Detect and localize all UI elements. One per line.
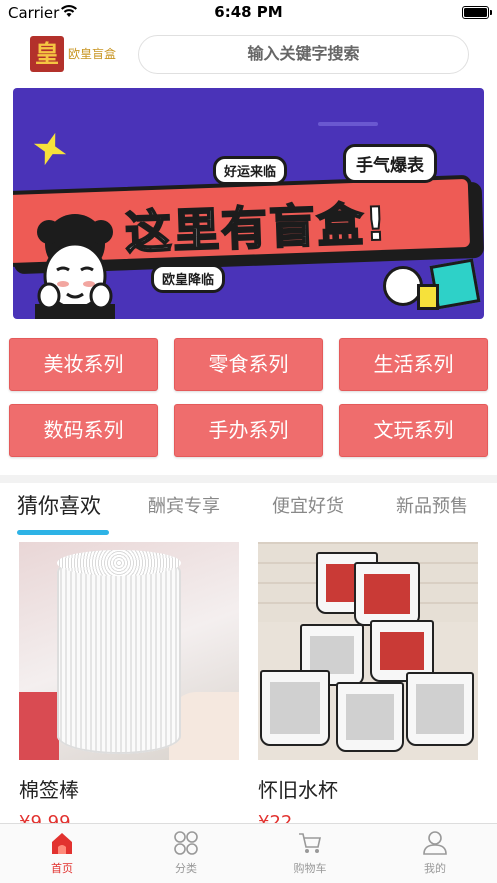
product-image-cotton-swabs[interactable] [19,542,239,760]
banner-tag-luck: 好运来临 [213,156,288,185]
category-figures[interactable]: 手办系列 [174,404,323,457]
active-tab-indicator [17,530,109,535]
sparkle-decoration [318,122,378,126]
star-decoration [29,128,72,171]
user-icon [423,831,447,855]
status-bar: Carrier 6:48 PM [0,0,497,26]
category-life[interactable]: 生活系列 [339,338,488,391]
product-card[interactable]: 怀旧水杯 ¥22 [258,542,478,833]
category-collectibles[interactable]: 文玩系列 [339,404,488,457]
tabbar-label: 分类 [175,862,197,875]
bottom-tab-bar: 首页 分类 购物车 我的 [0,823,497,883]
header: 皇 欧皇盲盒 输入关键字搜索 [0,26,497,82]
tabbar-item-home[interactable]: 首页 [0,830,124,876]
logo-text: 欧皇盲盒 [68,47,117,61]
search-input[interactable]: 输入关键字搜索 [138,35,469,74]
tab-member-exclusive[interactable]: 酬宾专享 [148,492,220,518]
product-card[interactable]: 棉签棒 ¥9.99 [19,542,239,833]
tabbar-label: 购物车 [293,862,327,875]
banner-tag-ouhuang: 欧皇降临 [151,264,226,293]
battery-icon [462,6,492,19]
tabbar-item-category[interactable]: 分类 [124,830,248,876]
section-divider [0,475,497,483]
tab-bargains[interactable]: 便宜好货 [272,492,344,518]
tab-presale[interactable]: 新品预售 [396,492,468,518]
cart-icon [299,833,321,853]
clock: 6:48 PM [214,3,283,21]
shape-decoration-small [417,284,439,310]
product-name: 怀旧水杯 [258,778,338,802]
category-digital[interactable]: 数码系列 [9,404,158,457]
promo-banner[interactable]: 这里有盲盒! 好运来临 手气爆表 欧皇降临 [13,88,484,319]
cartoon-character-illustration [35,214,115,319]
product-tabs: 猜你喜欢 酬宾专享 便宜好货 新品预售 [0,484,497,538]
product-image-enamel-mugs[interactable] [258,542,478,760]
banner-tag-hand: 手气爆表 [343,144,437,183]
banner-headline: 这里有盲盒! [123,195,390,260]
app-logo[interactable]: 皇 欧皇盲盒 [30,36,120,72]
logo-mark: 皇 [30,36,64,72]
category-icon [174,831,198,855]
product-name: 棉签棒 [19,778,79,802]
category-snacks[interactable]: 零食系列 [174,338,323,391]
tab-guess-you-like[interactable]: 猜你喜欢 [17,490,101,520]
tabbar-label: 首页 [51,862,73,875]
tabbar-label: 我的 [424,862,446,875]
tabbar-item-cart[interactable]: 购物车 [248,830,372,876]
category-beauty[interactable]: 美妆系列 [9,338,158,391]
tabbar-item-profile[interactable]: 我的 [373,830,497,876]
home-icon [52,833,72,854]
